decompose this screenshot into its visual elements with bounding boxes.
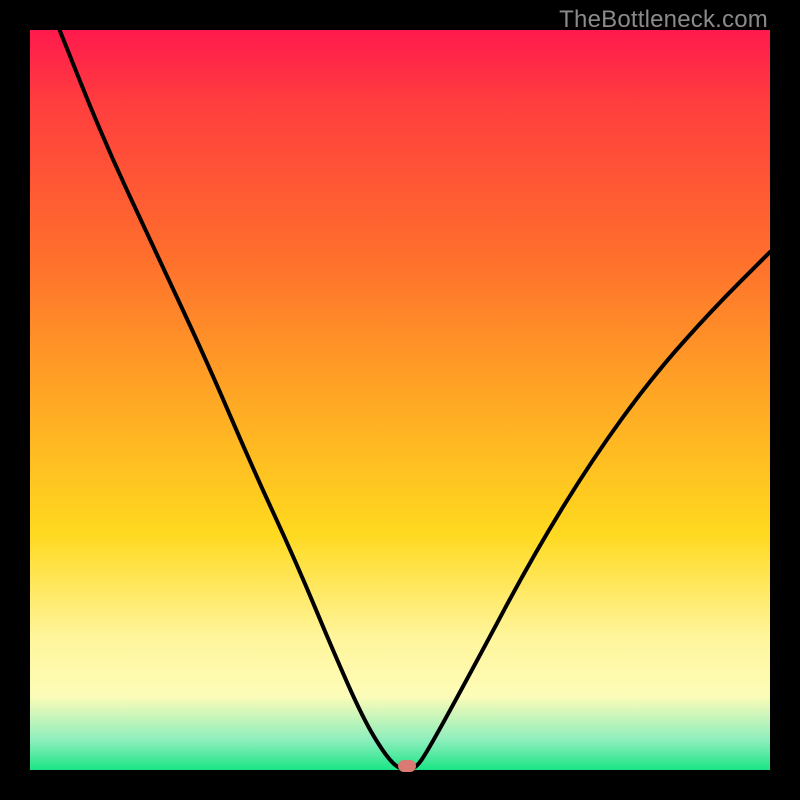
minimum-marker	[398, 760, 416, 772]
plot-area	[30, 30, 770, 770]
chart-frame: TheBottleneck.com	[0, 0, 800, 800]
bottleneck-curve	[30, 30, 770, 770]
